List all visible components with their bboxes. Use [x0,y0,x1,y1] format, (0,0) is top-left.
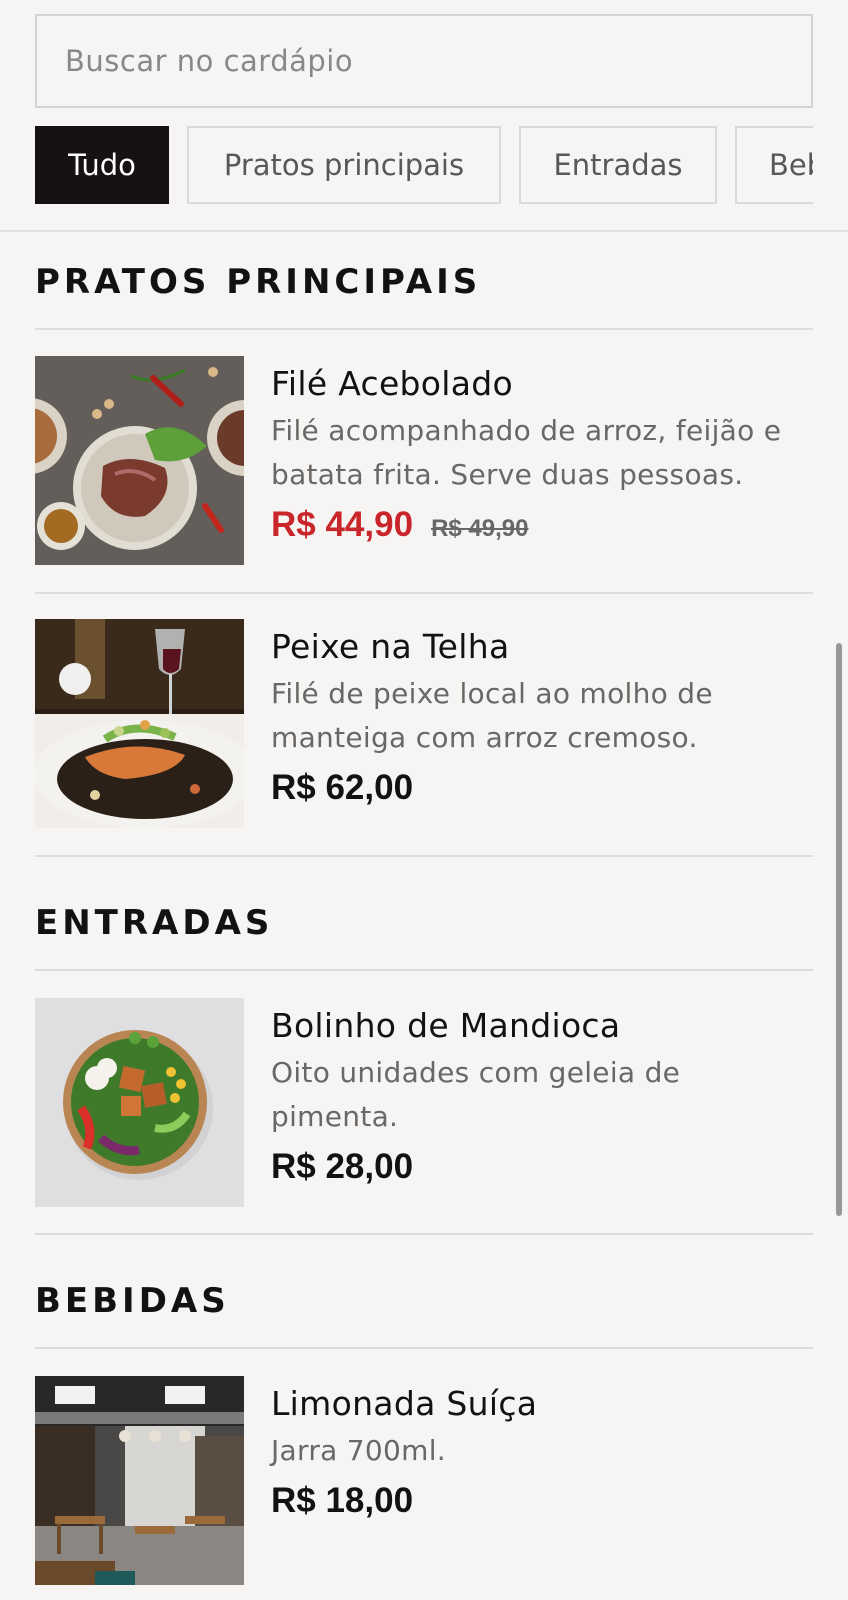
item-description: Jarra 700ml. [271,1434,447,1467]
section-title-entradas: ENTRADAS [35,903,274,943]
divider [35,1233,813,1235]
item-name: Limonada Suíça [271,1384,538,1423]
tab-entradas[interactable]: Entradas [519,126,717,204]
divider [35,969,813,971]
item-name: Bolinho de Mandioca [271,1006,621,1045]
item-old-price: R$ 49,90 [431,515,529,542]
divider [35,328,813,330]
menu-item-bolinho-de-mandioca[interactable]: Bolinho de Mandioca Oito unidades com ge… [35,998,813,1208]
tab-tudo[interactable]: Tudo [35,126,169,204]
menu-item-limonada-suica[interactable]: Limonada Suíça Jarra 700ml. R$ 18,00 [35,1376,813,1586]
tab-bebidas[interactable]: Beb [735,126,813,204]
salmon-plate-photo [35,619,244,828]
item-description: Oito unidades com geleia de pimenta. [271,1056,681,1133]
restaurant-interior-photo [35,1376,244,1585]
menu-item-file-acebolado[interactable]: Filé Acebolado Filé acompanhado de arroz… [35,356,813,566]
search-placeholder: Buscar no cardápio [65,44,354,78]
scrollbar[interactable] [836,643,842,1216]
divider [35,1347,813,1349]
item-price: R$ 18,00 [271,1481,414,1520]
item-details: Peixe na Telha Filé de peixe local ao mo… [271,619,816,808]
item-details: Bolinho de Mandioca Oito unidades com ge… [271,998,816,1187]
header-bar: Buscar no cardápio Tudo Pratos principai… [0,0,848,232]
item-price: R$ 28,00 [271,1147,414,1186]
divider [35,592,813,594]
price-row: R$ 44,90 R$ 49,90 [271,505,816,545]
tab-pratos-principais[interactable]: Pratos principais [187,126,501,204]
search-input[interactable]: Buscar no cardápio [35,14,813,108]
steak-plate-photo [35,356,244,565]
menu-item-peixe-na-telha[interactable]: Peixe na Telha Filé de peixe local ao mo… [35,619,813,829]
section-title-pratos-principais: PRATOS PRINCIPAIS [35,262,482,302]
item-details: Filé Acebolado Filé acompanhado de arroz… [271,356,816,545]
item-description: Filé acompanhado de arroz, feijão e bata… [271,414,782,491]
divider [35,855,813,857]
category-tabs: Tudo Pratos principais Entradas Beb [35,126,813,206]
price-row: R$ 28,00 [271,1147,816,1187]
item-description: Filé de peixe local ao molho de manteiga… [271,677,713,754]
item-price: R$ 44,90 [271,505,414,544]
item-price: R$ 62,00 [271,768,414,807]
price-row: R$ 18,00 [271,1481,816,1521]
salad-bowl-photo [35,998,244,1207]
section-title-bebidas: BEBIDAS [35,1281,230,1321]
item-name: Peixe na Telha [271,627,510,666]
item-details: Limonada Suíça Jarra 700ml. R$ 18,00 [271,1376,816,1521]
item-name: Filé Acebolado [271,364,514,403]
price-row: R$ 62,00 [271,768,816,808]
